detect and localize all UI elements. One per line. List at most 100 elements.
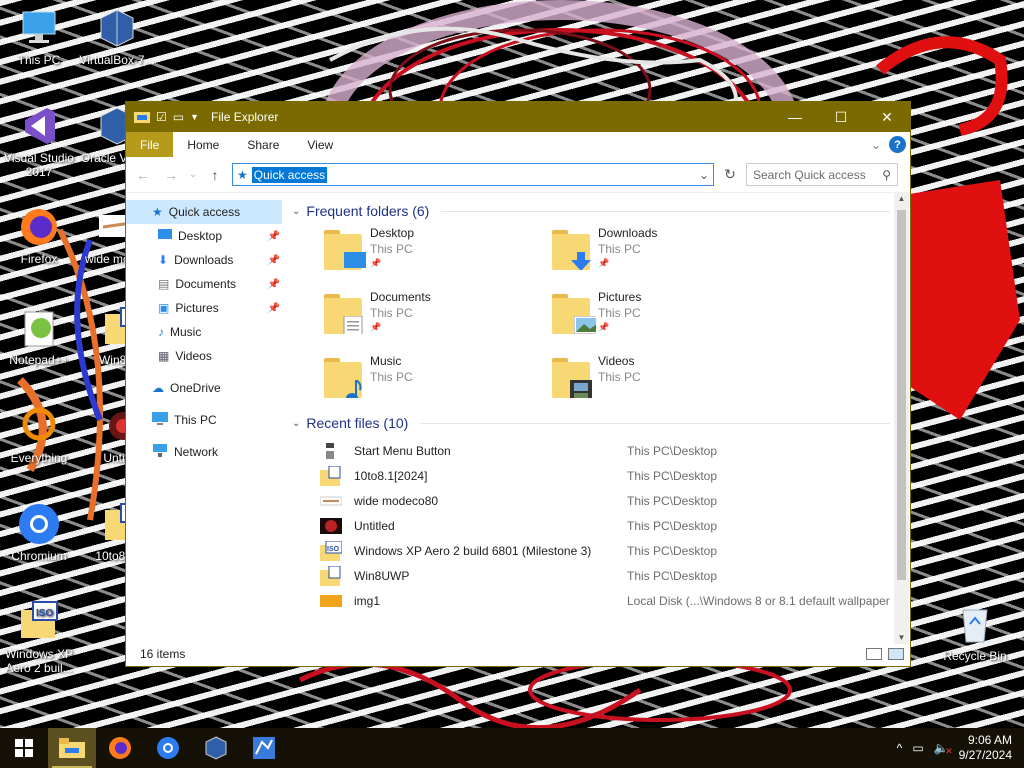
- nav-item-onedrive[interactable]: ☁ OneDrive: [126, 376, 286, 400]
- navigation-pane: ★ Quick access Desktop 📌 ⬇ Downloads 📌 ▤…: [126, 194, 286, 644]
- tab-home[interactable]: Home: [173, 132, 234, 157]
- taskbar-firefox[interactable]: [96, 728, 144, 768]
- folder-icon: [320, 565, 342, 586]
- vertical-scrollbar[interactable]: ▲ ▼: [894, 192, 909, 644]
- desktop-folder-icon: [158, 228, 172, 244]
- this-pc-icon: [152, 412, 168, 428]
- recent-file-row[interactable]: Start Menu Button This PC\Desktop: [320, 438, 910, 463]
- recent-files-header[interactable]: ⌄ Recent files (10): [292, 412, 910, 434]
- folder-tile-downloads[interactable]: Downloads This PC 📌: [552, 226, 780, 282]
- details-view-icon[interactable]: [866, 648, 882, 660]
- close-button[interactable]: ✕: [864, 102, 910, 132]
- taskbar-virtualbox[interactable]: [192, 728, 240, 768]
- pin-icon: 📌: [267, 302, 280, 314]
- folder-tile-music[interactable]: Music This PC: [324, 354, 552, 410]
- nav-item-downloads[interactable]: ⬇ Downloads 📌: [126, 248, 286, 272]
- recent-locations-chevron-icon[interactable]: ⌄: [188, 169, 198, 180]
- image-file-icon: [319, 491, 343, 511]
- up-arrow-icon[interactable]: ↑: [204, 167, 226, 183]
- recent-file-row[interactable]: img1 Local Disk (...\Windows 8 or 8.1 de…: [320, 588, 910, 613]
- downloads-folder-icon: [552, 230, 591, 270]
- desktop-icon-visual-studio[interactable]: Visual Studio 2017: [0, 104, 78, 179]
- desktop-icon-recycle-bin[interactable]: Recycle Bin: [936, 602, 1014, 663]
- new-folder-quick-icon[interactable]: ▭: [173, 110, 184, 124]
- taskbar-chromium[interactable]: [144, 728, 192, 768]
- address-text[interactable]: Quick access: [251, 166, 328, 183]
- everything-icon: [17, 404, 61, 448]
- file-explorer-icon: [59, 738, 85, 758]
- title-bar[interactable]: ☑ ▭ ▼ File Explorer — ☐ ✕: [126, 102, 910, 132]
- shortcut-file-icon: [320, 441, 342, 461]
- pin-icon: 📌: [598, 322, 610, 332]
- back-arrow-icon[interactable]: ←: [132, 167, 154, 183]
- desktop-folder-icon: [324, 230, 366, 270]
- folder-tile-desktop[interactable]: Desktop This PC 📌: [324, 226, 552, 282]
- ribbon-tabs: File Home Share View ⌄ ?: [126, 132, 910, 157]
- videos-film-icon: ▦: [158, 349, 170, 363]
- star-icon: ★: [152, 205, 163, 219]
- large-icons-view-icon[interactable]: [888, 648, 904, 660]
- image-file-icon: [320, 591, 342, 611]
- address-bar[interactable]: ★ Quick access ⌄: [232, 163, 714, 186]
- desktop-icon-this-pc[interactable]: This PC: [0, 6, 78, 67]
- folder-icon: [320, 465, 342, 486]
- tab-view[interactable]: View: [293, 132, 348, 157]
- chromium-icon: [17, 502, 61, 546]
- nav-item-pictures[interactable]: ▣ Pictures 📌: [126, 296, 286, 320]
- tab-share[interactable]: Share: [233, 132, 294, 157]
- folder-tile-pictures[interactable]: Pictures This PC 📌: [552, 290, 780, 346]
- nav-item-documents[interactable]: ▤ Documents 📌: [126, 272, 286, 296]
- expand-ribbon-chevron-icon[interactable]: ⌄: [871, 138, 881, 152]
- nav-item-music[interactable]: ♪ Music: [126, 320, 286, 344]
- taskbar-windows-xp[interactable]: [240, 728, 288, 768]
- nav-item-quick-access[interactable]: ★ Quick access: [126, 200, 282, 224]
- address-row: ← → ⌄ ↑ ★ Quick access ⌄ ↻ Search Quick …: [126, 157, 910, 193]
- nav-item-network[interactable]: Network: [126, 440, 286, 464]
- nav-item-videos[interactable]: ▦ Videos: [126, 344, 286, 368]
- taskbar-file-explorer[interactable]: [48, 728, 96, 768]
- windows-logo-icon: [15, 739, 33, 757]
- recent-file-row[interactable]: wide modeco80 This PC\Desktop: [319, 488, 910, 513]
- maximize-button[interactable]: ☐: [818, 102, 864, 132]
- recent-file-row[interactable]: ISO Windows XP Aero 2 build 6801 (Milest…: [320, 538, 910, 563]
- pin-icon: 📌: [598, 258, 610, 268]
- firefox-icon: [109, 737, 131, 759]
- minimize-button[interactable]: —: [772, 102, 818, 132]
- frequent-folders-header[interactable]: ⌄ Frequent folders (6): [292, 200, 910, 222]
- desktop-icon-virtualbox-installer[interactable]: VirtualBox-7...: [78, 6, 156, 67]
- search-input[interactable]: Search Quick access ⚲: [746, 163, 898, 186]
- desktop-icon-firefox[interactable]: Firefox: [0, 205, 78, 266]
- pictures-folder-icon: [552, 294, 596, 334]
- system-tray: ^ ▭ 🔈 ✕ 9:06 AM 9/27/2024: [897, 733, 1024, 763]
- recent-file-row[interactable]: 10to8.1[2024] This PC\Desktop: [320, 463, 910, 488]
- nav-item-this-pc[interactable]: This PC: [126, 408, 286, 432]
- properties-quick-icon[interactable]: ☑: [156, 110, 167, 124]
- network-status-icon[interactable]: ▭: [912, 741, 923, 755]
- folder-tile-documents[interactable]: Documents This PC 📌: [324, 290, 552, 346]
- recent-file-row[interactable]: Untitled This PC\Desktop: [320, 513, 910, 538]
- windows-xp-iso-icon: [253, 737, 275, 759]
- firefox-icon: [17, 205, 61, 249]
- recent-file-row[interactable]: Win8UWP This PC\Desktop: [320, 563, 910, 588]
- taskbar-clock[interactable]: 9:06 AM 9/27/2024: [959, 733, 1012, 763]
- start-button[interactable]: [0, 728, 48, 768]
- help-icon[interactable]: ?: [889, 136, 906, 153]
- scroll-up-arrow-icon[interactable]: ▲: [894, 194, 909, 203]
- refresh-icon[interactable]: ↻: [720, 166, 740, 183]
- desktop-icon-chromium[interactable]: Chromium: [0, 502, 78, 563]
- clock-time: 9:06 AM: [967, 733, 1012, 747]
- tab-file[interactable]: File: [126, 132, 174, 157]
- volume-muted-icon[interactable]: 🔈 ✕: [934, 741, 953, 756]
- desktop-icon-notepadpp[interactable]: Notepad++: [0, 306, 78, 367]
- desktop-icon-everything[interactable]: Everything: [0, 404, 78, 465]
- scroll-down-arrow-icon[interactable]: ▼: [894, 633, 909, 642]
- documents-icon: ▤: [158, 277, 170, 291]
- show-hidden-icons-chevron-icon[interactable]: ^: [897, 741, 903, 755]
- nav-item-desktop[interactable]: Desktop 📌: [126, 224, 286, 248]
- desktop-icon-windows-xp-iso[interactable]: ISO Windows XP Aero 2 buil...: [0, 600, 78, 675]
- forward-arrow-icon[interactable]: →: [160, 167, 182, 183]
- address-dropdown-chevron-icon[interactable]: ⌄: [695, 168, 713, 182]
- scrollbar-thumb[interactable]: [897, 210, 906, 580]
- customize-toolbar-chevron-icon[interactable]: ▼: [190, 112, 199, 122]
- folder-tile-videos[interactable]: Videos This PC: [552, 354, 780, 410]
